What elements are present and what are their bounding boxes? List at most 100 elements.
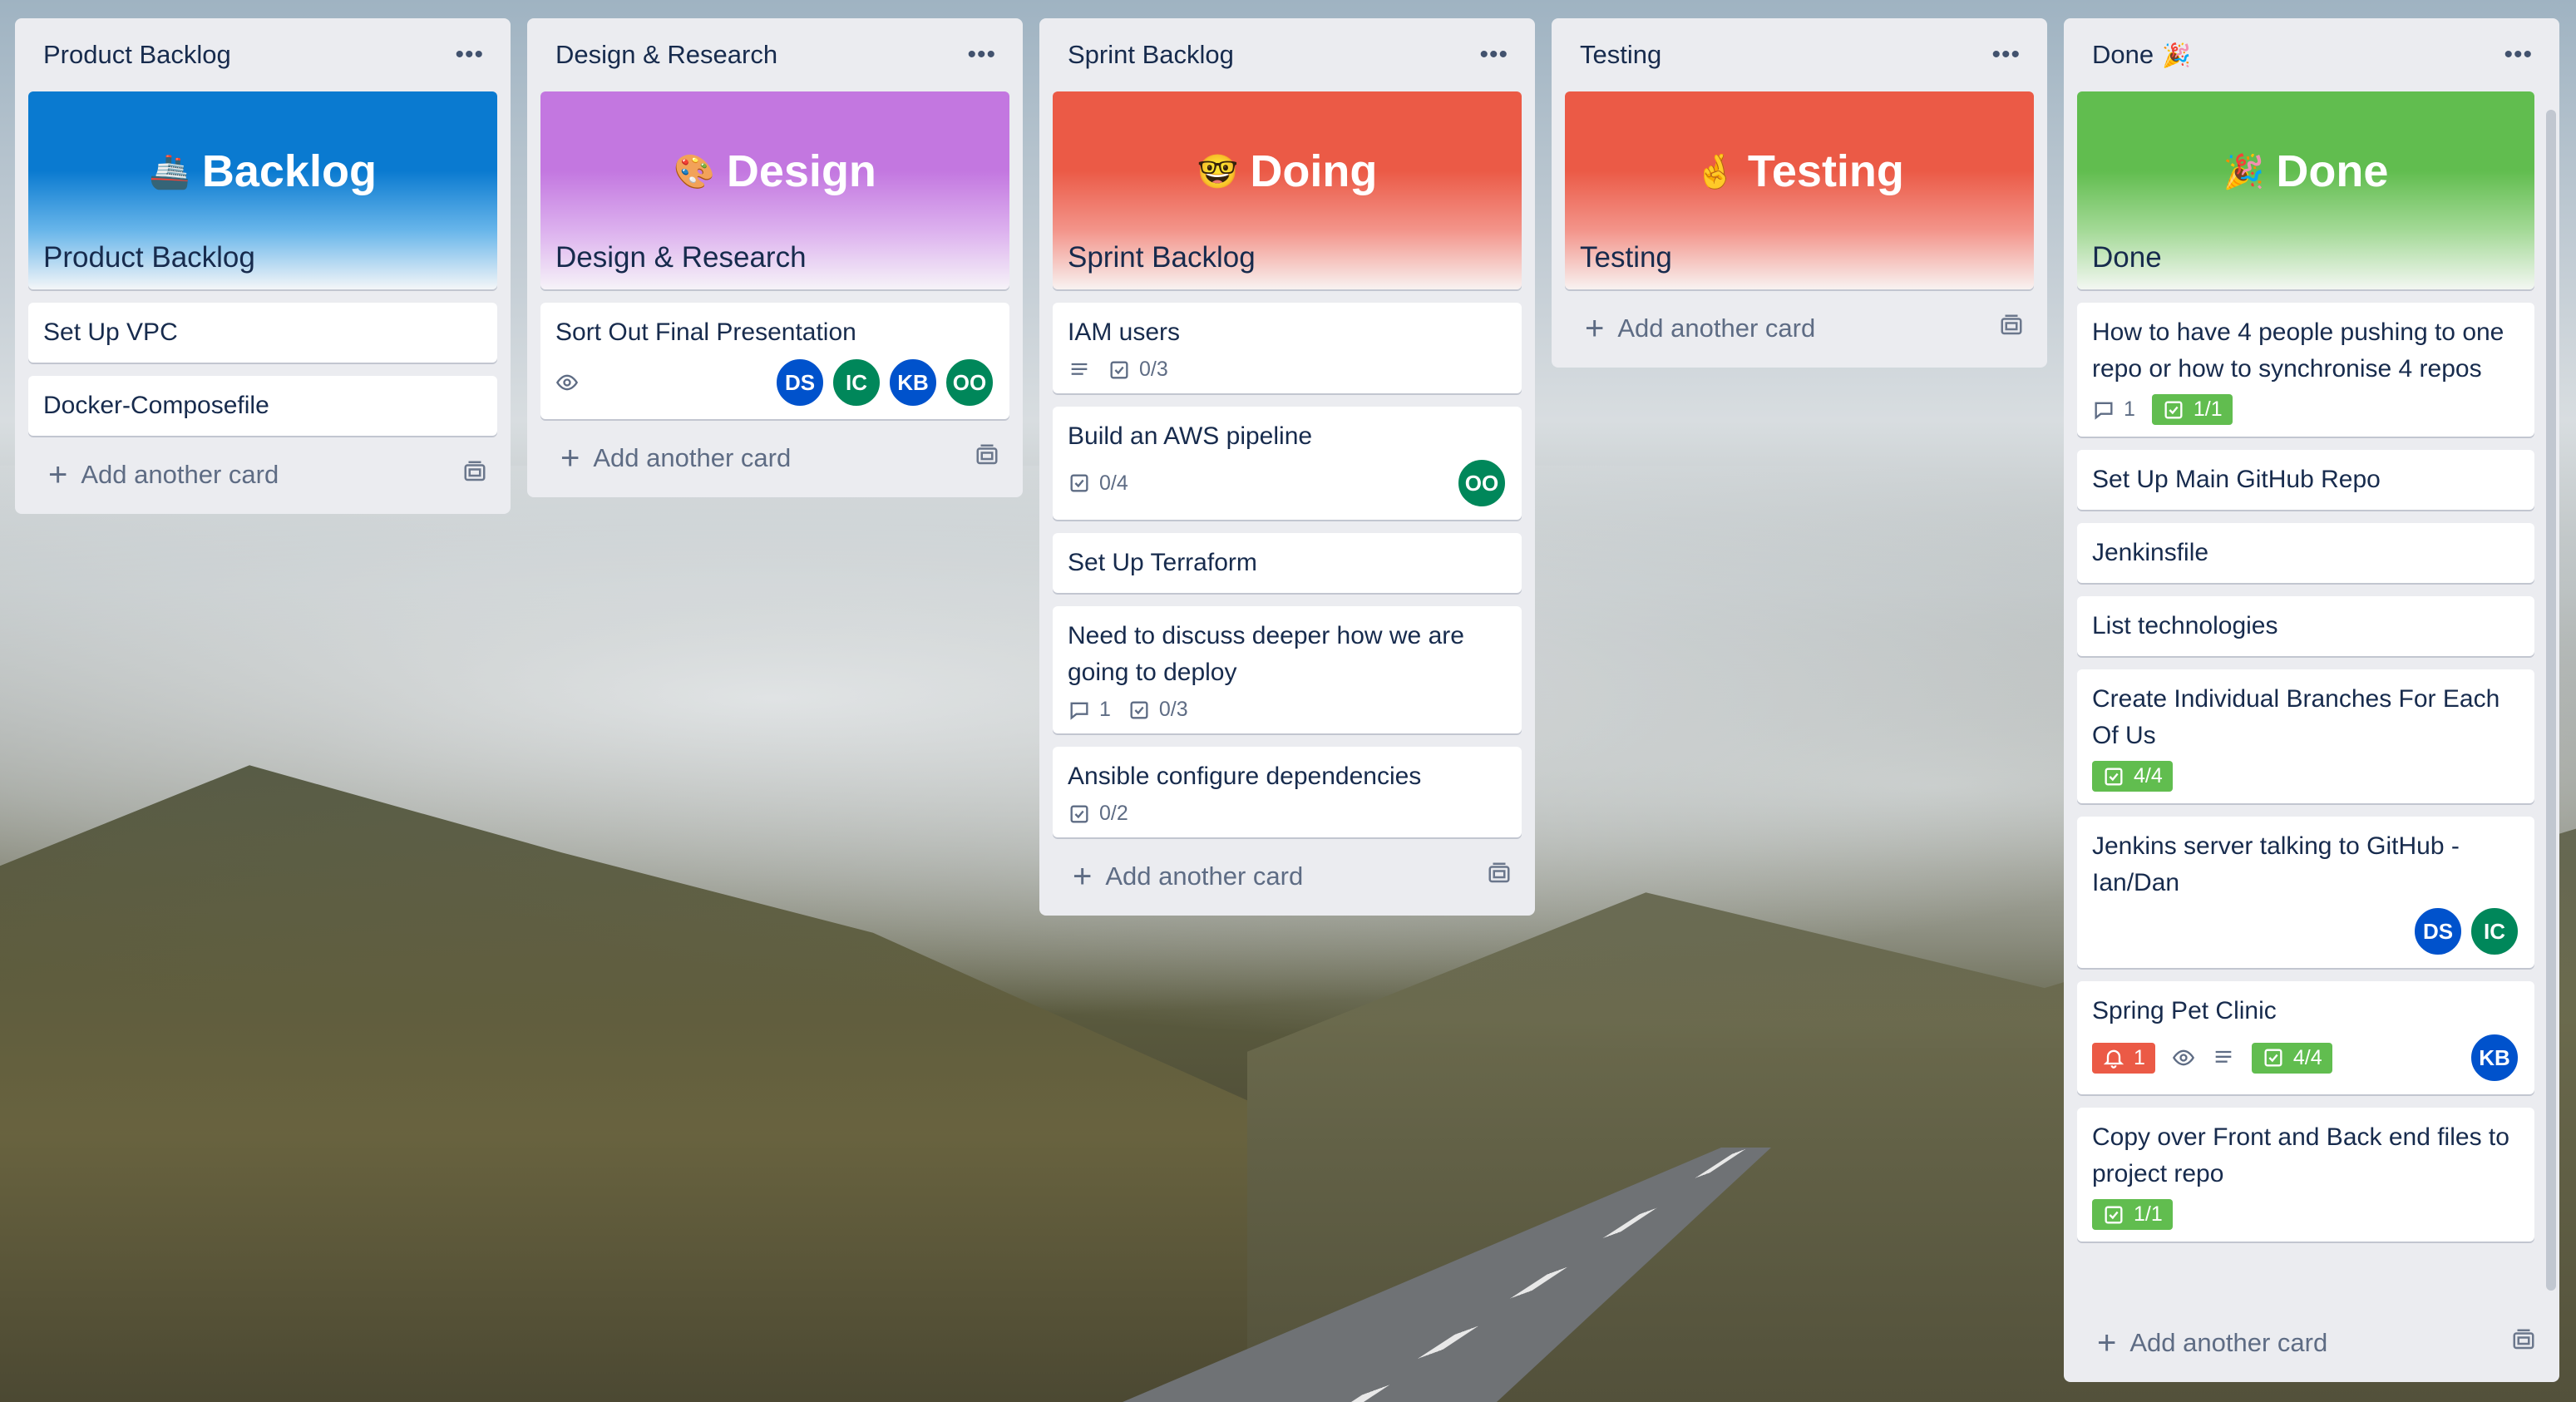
- card-members: KB: [2470, 1033, 2519, 1083]
- add-card-label: Add another card: [593, 443, 792, 472]
- card[interactable]: Set Up VPC: [28, 303, 497, 363]
- notification-count: 1: [2134, 1045, 2145, 1069]
- list-sprint-backlog: Sprint Backlog ••• 🤓 Doing Sprint Backlo…: [1039, 18, 1535, 916]
- card-members: OO: [1457, 458, 1507, 508]
- cover-label: Sprint Backlog: [1068, 241, 1256, 274]
- watch-icon: [555, 371, 579, 394]
- cover-label: Testing: [1580, 241, 1672, 274]
- list-title[interactable]: Done 🎉: [2092, 40, 2191, 70]
- checklist-count: 0/3: [1139, 358, 1168, 381]
- checklist-badge-complete: 4/4: [2092, 761, 2173, 792]
- add-card-button[interactable]: + Add another card: [28, 449, 497, 501]
- list-menu-icon[interactable]: •••: [2492, 41, 2544, 69]
- checklist-count: 1/1: [2193, 397, 2223, 421]
- card-template-icon[interactable]: [1487, 861, 1512, 892]
- list-title[interactable]: Design & Research: [555, 40, 777, 70]
- card[interactable]: Jenkins server talking to GitHub - Ian/D…: [2077, 817, 2534, 968]
- cover-banner: 🚢 Backlog: [28, 91, 497, 243]
- checklist-icon: [2264, 1049, 2282, 1067]
- cover-title: Done: [2276, 146, 2389, 196]
- card[interactable]: Copy over Front and Back end files to pr…: [2077, 1108, 2534, 1242]
- add-card-label: Add another card: [2129, 1328, 2328, 1357]
- card-title: Build an AWS pipeline: [1068, 422, 1313, 450]
- avatar[interactable]: KB: [2470, 1033, 2519, 1083]
- checklist-badge: 0/2: [1068, 802, 1128, 826]
- list-title[interactable]: Testing: [1580, 40, 1661, 70]
- cover-banner: 🤓 Doing: [1053, 91, 1522, 243]
- card[interactable]: Sort Out Final Presentation DS IC KB OO: [540, 303, 1009, 419]
- avatar[interactable]: KB: [888, 358, 938, 407]
- cover-card[interactable]: 🚢 Backlog Product Backlog: [28, 91, 497, 289]
- list-menu-icon[interactable]: •••: [443, 41, 496, 69]
- card-title: Copy over Front and Back end files to pr…: [2092, 1123, 2509, 1187]
- palette-icon: 🎨: [674, 153, 715, 190]
- cover-card[interactable]: 🎉 Done Done: [2077, 91, 2534, 289]
- checklist-icon: [1110, 361, 1128, 378]
- checklist-icon: [1070, 474, 1088, 492]
- card[interactable]: Create Individual Branches For Each Of U…: [2077, 669, 2534, 803]
- card[interactable]: List technologies: [2077, 596, 2534, 656]
- checklist-count: 4/4: [2292, 1045, 2322, 1069]
- cover-card[interactable]: 🤞 Testing Testing: [1565, 91, 2034, 289]
- card[interactable]: IAM users 0/3: [1053, 303, 1522, 393]
- list-header: Product Backlog •••: [28, 18, 497, 91]
- cover-banner: 🎨 Design: [540, 91, 1009, 243]
- card[interactable]: Ansible configure dependencies 0/2: [1053, 747, 1522, 837]
- card[interactable]: Build an AWS pipeline 0/4 OO: [1053, 407, 1522, 520]
- plus-icon: +: [1585, 310, 1605, 347]
- crossed-fingers-icon: 🤞: [1695, 153, 1736, 190]
- card[interactable]: Set Up Main GitHub Repo: [2077, 450, 2534, 510]
- card[interactable]: Need to discuss deeper how we are going …: [1053, 606, 1522, 733]
- plus-icon: +: [48, 457, 68, 493]
- avatar[interactable]: DS: [2413, 906, 2463, 956]
- list-title[interactable]: Product Backlog: [43, 40, 231, 70]
- board: Product Backlog ••• 🚢 Backlog Product Ba…: [0, 0, 2576, 1402]
- cover-card[interactable]: 🤓 Doing Sprint Backlog: [1053, 91, 1522, 289]
- card-title: Jenkinsfile: [2092, 539, 2209, 566]
- checklist-badge-complete: 1/1: [2092, 1199, 2173, 1230]
- card-template-icon[interactable]: [975, 442, 999, 474]
- card-template-icon[interactable]: [2511, 1327, 2536, 1359]
- card[interactable]: Spring Pet Clinic 1 4/4 KB: [2077, 981, 2534, 1094]
- card-title: Set Up Main GitHub Repo: [2092, 466, 2381, 493]
- card[interactable]: Jenkinsfile: [2077, 523, 2534, 583]
- checklist-count: 0/3: [1158, 698, 1188, 721]
- cover-banner: 🤞 Testing: [1565, 91, 2034, 243]
- list-done: Done 🎉 ••• 🎉 Done Done How to have 4 peo…: [2064, 18, 2559, 1382]
- checklist-badge: 0/3: [1108, 358, 1168, 382]
- checklist-count: 0/4: [1099, 471, 1128, 495]
- avatar[interactable]: IC: [832, 358, 881, 407]
- card[interactable]: Docker-Composefile: [28, 376, 497, 436]
- card-template-icon[interactable]: [1999, 313, 2024, 344]
- avatar[interactable]: OO: [1457, 458, 1507, 508]
- card-template-icon[interactable]: [462, 459, 487, 491]
- list-menu-icon[interactable]: •••: [1980, 41, 2032, 69]
- avatar[interactable]: OO: [945, 358, 994, 407]
- card-title: Docker-Composefile: [43, 392, 269, 419]
- checklist-badge-complete: 1/1: [2151, 394, 2233, 425]
- card-title: Set Up VPC: [43, 318, 178, 346]
- list-testing: Testing ••• 🤞 Testing Testing + Add anoth…: [1552, 18, 2047, 368]
- description-icon: [2212, 1046, 2235, 1069]
- checklist-icon: [1130, 701, 1148, 718]
- list-title[interactable]: Sprint Backlog: [1068, 40, 1234, 70]
- avatar[interactable]: IC: [2470, 906, 2519, 956]
- comment-count: 1: [1099, 698, 1111, 721]
- card[interactable]: Set Up Terraform: [1053, 533, 1522, 593]
- list-menu-icon[interactable]: •••: [955, 41, 1008, 69]
- list-menu-icon[interactable]: •••: [1468, 41, 1520, 69]
- checklist-icon: [2164, 401, 2183, 418]
- avatar[interactable]: DS: [775, 358, 825, 407]
- list-product-backlog: Product Backlog ••• 🚢 Backlog Product Ba…: [15, 18, 511, 514]
- card[interactable]: How to have 4 people pushing to one repo…: [2077, 303, 2534, 437]
- add-card-button[interactable]: + Add another card: [540, 432, 1009, 484]
- card-title: Ansible configure dependencies: [1068, 763, 1422, 790]
- card-members: DS IC: [2413, 906, 2519, 956]
- cover-title: Backlog: [201, 146, 377, 196]
- add-card-button[interactable]: + Add another card: [1053, 851, 1522, 902]
- cover-label: Done: [2092, 241, 2162, 274]
- add-card-button[interactable]: + Add another card: [1565, 303, 2034, 354]
- cover-card[interactable]: 🎨 Design Design & Research: [540, 91, 1009, 289]
- add-card-button[interactable]: + Add another card: [2077, 1317, 2546, 1369]
- list-scrollbar[interactable]: [2546, 110, 2556, 1291]
